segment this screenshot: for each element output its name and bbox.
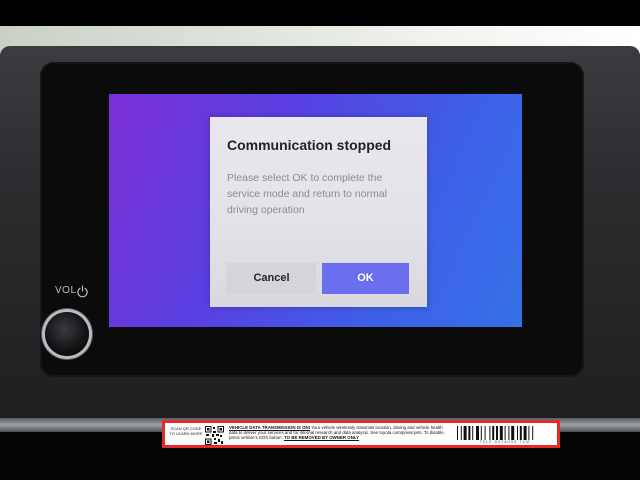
scan-qr-text: SCAN QR CODE TO LEARN MORE — [169, 426, 203, 436]
barcode-caption: TELE DATAUSE TCM — [479, 440, 531, 444]
communication-stopped-dialog: Communication stopped Please select OK t… — [210, 117, 427, 307]
barcode-icon — [457, 426, 534, 440]
qr-code-icon — [205, 426, 224, 445]
ok-button[interactable]: OK — [322, 263, 409, 294]
transmission-notice: VEHICLE DATA TRANSMISSION IS ON! Your ve… — [229, 425, 449, 441]
top-frame — [0, 0, 640, 26]
volume-knob[interactable] — [45, 312, 89, 356]
dialog-message: Please select OK to complete the service… — [227, 172, 387, 216]
dialog-title: Communication stopped — [227, 137, 392, 153]
data-transmission-sticker: SCAN QR CODE TO LEARN MORE VEHICLE DATA … — [162, 420, 560, 448]
cancel-button[interactable]: Cancel — [227, 263, 316, 294]
volume-label: VOL — [55, 285, 77, 296]
removal-note: TO BE REMOVED BY OWNER ONLY — [284, 435, 360, 441]
power-icon[interactable] — [76, 285, 89, 298]
